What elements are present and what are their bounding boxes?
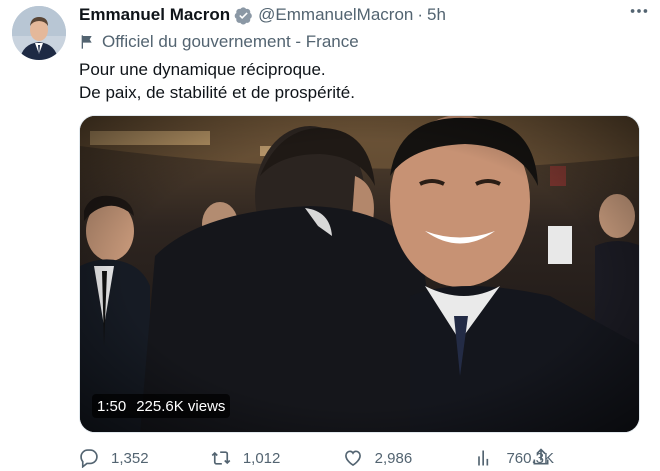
- analytics-icon: [478, 450, 489, 466]
- author-handle[interactable]: @EmmanuelMacron: [258, 5, 413, 25]
- video-duration: 1:50: [97, 397, 127, 415]
- verified-badge-icon: [234, 6, 252, 24]
- more-options-icon[interactable]: [624, 0, 654, 22]
- tweet-text-line-2: De paix, de stabilité et de prospérité.: [79, 83, 355, 102]
- video-views: 225.6K views: [136, 397, 226, 415]
- flag-icon: [81, 35, 92, 49]
- like-count: 2,986: [374, 449, 413, 467]
- action-bar: 1,352 1,012 2,986 760.3K: [79, 447, 554, 469]
- video-badge: 1:50 225.6K views: [92, 394, 231, 418]
- share-icon[interactable]: [531, 447, 551, 467]
- avatar-image: [12, 6, 66, 60]
- retweet-count: 1,012: [242, 449, 281, 467]
- retweet-button[interactable]: 1,012: [211, 448, 281, 468]
- video-thumbnail: [80, 116, 639, 432]
- tweet-header: Emmanuel Macron @EmmanuelMacron · 5h: [79, 4, 648, 26]
- timestamp[interactable]: 5h: [427, 5, 446, 25]
- avatar[interactable]: [12, 6, 66, 60]
- reply-icon: [80, 449, 98, 468]
- like-button[interactable]: 2,986: [343, 448, 413, 468]
- government-label[interactable]: Officiel du gouvernement - France: [79, 31, 359, 53]
- tweet-text: Pour une dynamique réciproque. De paix, …: [79, 58, 639, 104]
- reply-count: 1,352: [111, 449, 149, 467]
- tweet-text-line-1: Pour une dynamique réciproque.: [79, 60, 326, 79]
- heart-icon: [344, 450, 361, 467]
- government-label-text: Officiel du gouvernement - France: [102, 32, 359, 51]
- retweet-icon: [211, 451, 231, 465]
- separator-dot: ·: [417, 5, 424, 24]
- reply-button[interactable]: 1,352: [79, 448, 149, 468]
- author-name[interactable]: Emmanuel Macron: [79, 5, 230, 25]
- video-player[interactable]: 1:50 225.6K views: [79, 115, 640, 433]
